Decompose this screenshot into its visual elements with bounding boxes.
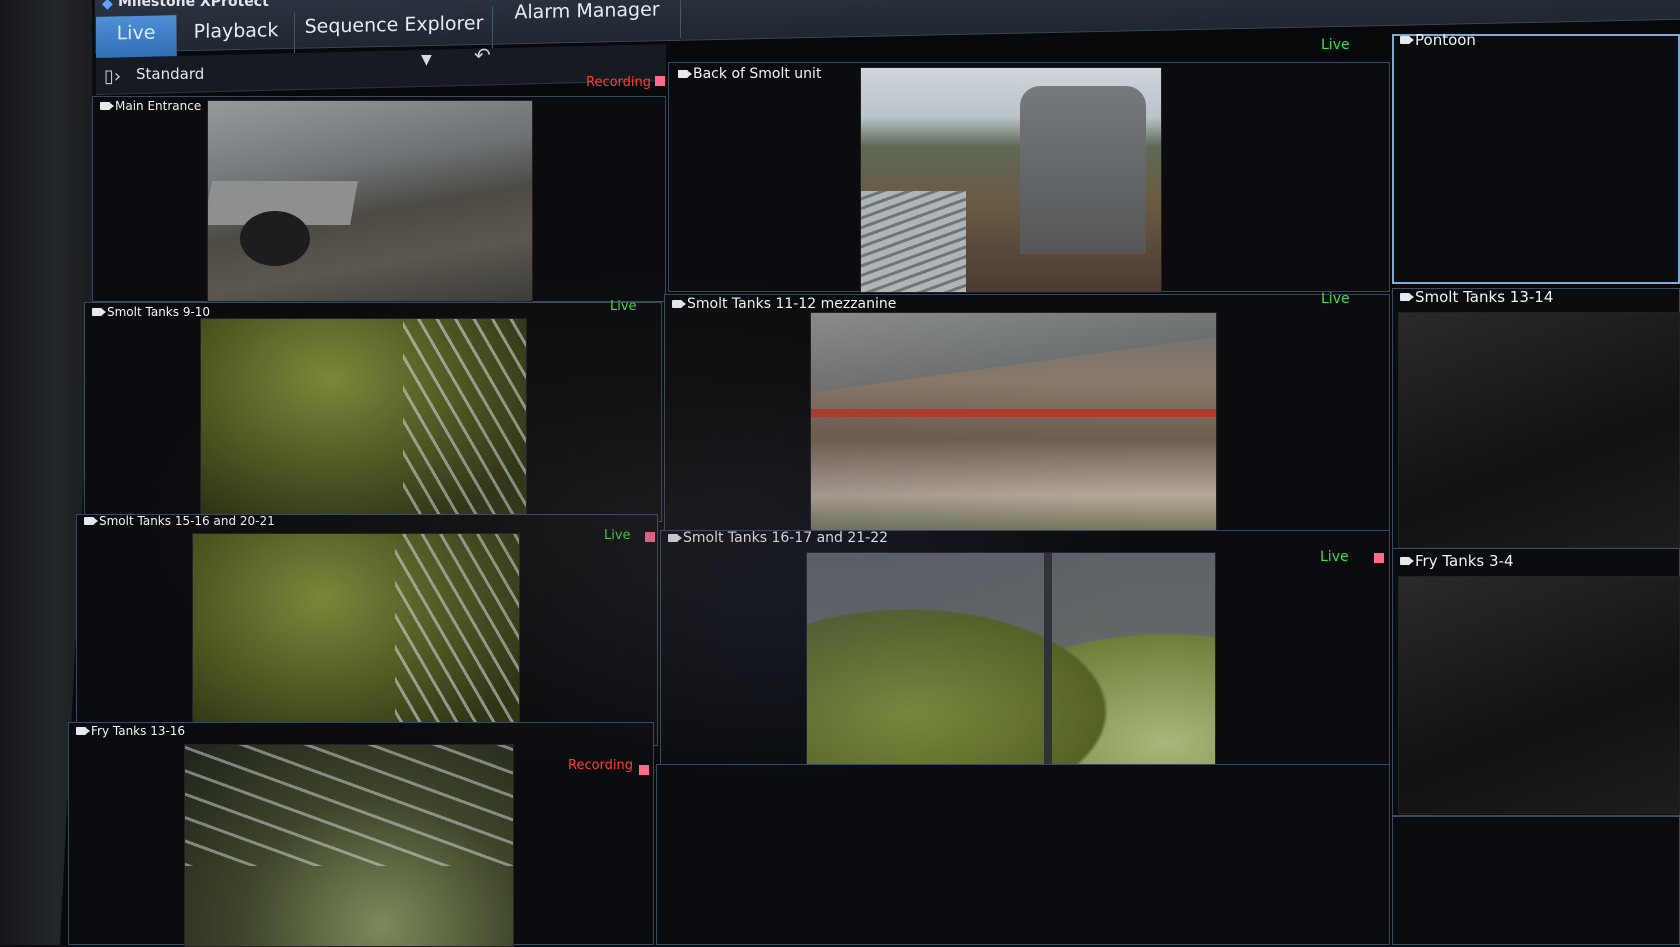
live-status: Live [1320,549,1349,565]
camera-icon [84,517,98,525]
camera-tile-empty[interactable] [656,764,1390,945]
camera-icon [678,70,692,78]
recording-indicator [1374,553,1384,563]
camera-label: Smolt Tanks 13-14 [1400,288,1553,306]
recording-status: Recording [586,75,652,90]
camera-icon [76,727,90,735]
tab-live[interactable]: Live [96,15,177,61]
live-status: Live [604,528,631,543]
live-status: Live [610,299,637,314]
camera-label: Fry Tanks 3-4 [1400,552,1514,570]
view-name[interactable]: Standard [136,65,204,83]
camera-icon [100,102,114,110]
app-logo-icon: ◆ [102,0,113,12]
recording-indicator [639,765,649,775]
live-status: Live [1321,291,1350,307]
camera-icon [1400,557,1414,565]
tab-playback[interactable]: Playback [178,12,295,60]
camera-icon [668,534,682,542]
camera-label: Pontoon [1400,31,1476,49]
camera-label: Main Entrance [100,99,201,113]
video-feed-smolt-tanks-11-12-mezzanine[interactable] [810,312,1217,542]
panel-toggle-icon[interactable]: ▯› [104,66,121,87]
tab-alarm-manager[interactable]: Alarm Manager [494,0,681,42]
video-feed-smolt-tanks-16-17-and-21-22[interactable] [806,552,1216,798]
video-feed-smolt-tanks-9-10[interactable] [200,318,527,520]
camera-label: Smolt Tanks 11-12 mezzanine [672,296,896,312]
camera-tile-empty[interactable] [1392,816,1680,945]
app-title: Milestone XProtect [118,0,269,10]
camera-tile-pontoon[interactable] [1392,34,1680,284]
camera-label: Smolt Tanks 15-16 and 20-21 [84,514,275,528]
tab-alarm-manager-label: Alarm Manager [514,0,660,24]
camera-label: Back of Smolt unit [678,66,821,82]
camera-label: Smolt Tanks 16-17 and 21-22 [668,530,888,546]
camera-icon [672,300,686,308]
live-status: Live [1321,37,1350,53]
camera-label: Smolt Tanks 9-10 [92,305,210,319]
video-feed-smolt-tanks-15-16-and-20-21[interactable] [192,533,520,747]
chevron-down-icon[interactable]: ▼ [421,52,432,68]
tab-playback-label: Playback [193,19,279,43]
undo-icon[interactable]: ↶ [474,43,491,67]
camera-icon [92,308,106,316]
camera-icon [1400,293,1414,301]
tab-sequence-explorer-label: Sequence Explorer [304,12,484,38]
recording-status: Recording [568,758,634,773]
recording-indicator [645,532,655,542]
video-feed-fry-tanks-13-16[interactable] [184,744,514,947]
video-feed-main-entrance[interactable] [207,100,533,302]
video-feed-back-of-smolt-unit[interactable] [860,67,1162,293]
camera-label: Fry Tanks 13-16 [76,724,185,738]
video-feed-smolt-tanks-13-14[interactable] [1398,312,1680,548]
recording-indicator [655,76,665,86]
camera-icon [1400,36,1414,44]
tab-live-label: Live [116,21,156,45]
video-feed-fry-tanks-3-4[interactable] [1398,576,1680,814]
